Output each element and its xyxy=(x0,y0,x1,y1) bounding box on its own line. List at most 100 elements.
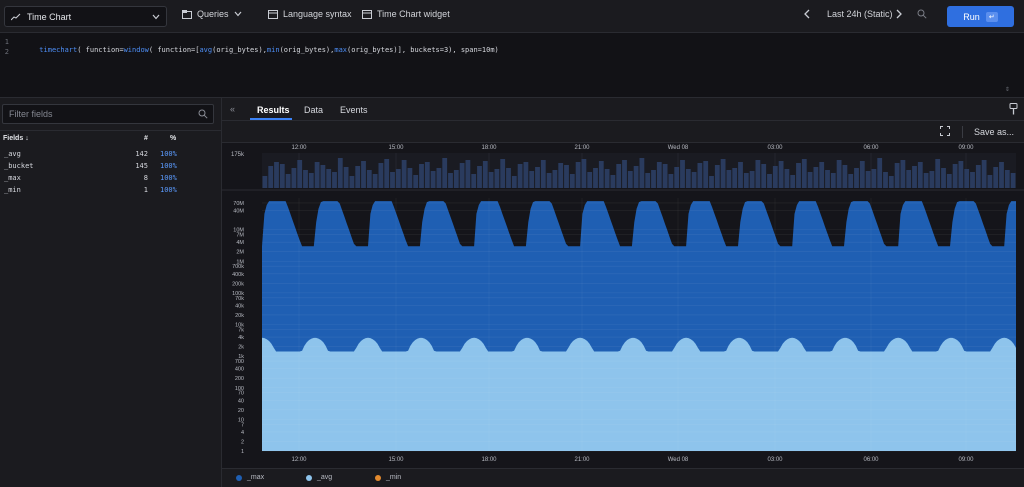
collapse-panel-icon[interactable]: « xyxy=(230,104,235,114)
y-tick-label: 2k xyxy=(238,345,244,351)
overview-bar xyxy=(1010,173,1016,188)
time-chart[interactable]: 12:00 15:00 18:00 21:00 Wed 08 03:00 06:00 09:0… xyxy=(222,143,1024,468)
overview-bar xyxy=(320,165,326,188)
chevron-down-icon xyxy=(152,14,160,19)
overview-bar xyxy=(587,172,593,188)
tab-results[interactable]: Results xyxy=(257,105,290,115)
overview-bar xyxy=(523,162,529,188)
overview-bar xyxy=(332,172,337,188)
overview-bar xyxy=(662,164,668,188)
language-syntax-button[interactable]: Language syntax xyxy=(268,9,352,19)
code-line[interactable]: 2 xyxy=(0,48,14,58)
overview-bar xyxy=(477,166,482,188)
overview-bar xyxy=(413,175,419,188)
percent-column-header[interactable]: % xyxy=(170,135,176,142)
queries-label: Queries xyxy=(197,9,229,19)
overview-bar xyxy=(894,163,900,188)
overview-bar xyxy=(674,167,680,188)
chart-canvas[interactable]: 12:00 15:00 18:00 21:00 Wed 08 03:00 06:00 09:0… xyxy=(222,143,1024,468)
overview-bar xyxy=(656,162,662,188)
overview-bar xyxy=(732,168,738,188)
next-range-button[interactable] xyxy=(896,9,902,19)
y-tick-label: 4 xyxy=(241,430,244,436)
overview-bar xyxy=(459,163,465,188)
overview-bar xyxy=(790,175,796,188)
overview-bar xyxy=(314,162,320,188)
run-button[interactable]: Run ↵ xyxy=(947,6,1014,27)
overview-bar xyxy=(917,162,923,188)
overview-y-tick-label: 175k xyxy=(231,152,245,158)
y-tick-label: 1M xyxy=(236,259,244,265)
overview-bar xyxy=(842,165,848,188)
field-percent: 100% xyxy=(160,186,177,194)
overview-bar xyxy=(738,162,743,188)
fields-column-header[interactable]: Fields ↓ xyxy=(3,135,29,142)
overview-bar xyxy=(401,160,407,188)
query-editor[interactable]: 1 timechart( function=window( function=[… xyxy=(0,33,1024,98)
overview-bar xyxy=(581,159,587,188)
overview-bar xyxy=(343,167,349,188)
overview-x-tick-label: 06:00 xyxy=(863,145,879,151)
tab-events[interactable]: Events xyxy=(340,105,368,115)
field-percent: 100% xyxy=(160,150,177,158)
overview-bar xyxy=(755,160,761,188)
overview-bar xyxy=(326,169,332,188)
zoom-button[interactable] xyxy=(917,9,927,19)
y-tick-label: 40k xyxy=(235,303,244,309)
overview-bar xyxy=(378,163,384,188)
overview-bar xyxy=(848,174,854,188)
overview-x-tick-label: 15:00 xyxy=(388,145,404,151)
overview-bar xyxy=(778,161,784,188)
tab-data[interactable]: Data xyxy=(304,105,323,115)
overview-bar xyxy=(929,171,935,188)
code-line[interactable]: 1 timechart( function=window( function=[… xyxy=(0,38,499,54)
paintbrush-icon[interactable] xyxy=(1009,103,1018,115)
legend-swatch xyxy=(306,474,312,481)
field-row[interactable]: _avg 142 100% xyxy=(0,150,222,162)
overview-bar xyxy=(801,159,807,188)
y-tick-label: 70M xyxy=(233,201,244,207)
overview-bar xyxy=(274,162,279,188)
legend-item-min[interactable]: _min xyxy=(375,474,401,481)
x-tick-label: Wed 08 xyxy=(668,457,689,463)
resize-handle-icon[interactable]: ⇕ xyxy=(1005,84,1010,93)
series-avg-area xyxy=(262,337,1016,451)
sort-down-icon: ↓ xyxy=(25,135,29,142)
widget-type-select[interactable]: Time Chart xyxy=(4,6,167,27)
overview-bar xyxy=(772,166,778,188)
overview-bar xyxy=(830,173,836,188)
filter-fields-input[interactable] xyxy=(3,105,183,123)
previous-range-button[interactable] xyxy=(804,9,810,19)
queries-button[interactable]: Queries xyxy=(182,9,242,19)
code-token: min xyxy=(266,46,280,54)
code-token: (orig_bytes)], buckets=3), span=10m) xyxy=(347,46,499,54)
overview-x-tick-label: Wed 08 xyxy=(668,145,689,151)
count-column-header[interactable]: # xyxy=(144,135,148,142)
time-range-selector[interactable]: Last 24h (Static) xyxy=(827,9,893,19)
x-tick-label: 06:00 xyxy=(863,457,879,463)
top-toolbar: Time Chart Queries Language syntax Time … xyxy=(0,0,1024,33)
overview-bar xyxy=(825,170,830,188)
field-row[interactable]: _bucket 145 100% xyxy=(0,162,222,174)
zoom-icon xyxy=(917,9,927,19)
chevron-right-icon xyxy=(896,9,902,19)
time-chart-widget-button[interactable]: Time Chart widget xyxy=(362,9,450,19)
overview-bar xyxy=(308,173,314,188)
field-count: 1 xyxy=(143,186,148,194)
field-row[interactable]: _min 1 100% xyxy=(0,186,222,198)
field-row[interactable]: _max 8 100% xyxy=(0,174,222,186)
overview-bar xyxy=(703,161,709,188)
overview-bar xyxy=(813,167,819,188)
overview-bar xyxy=(761,164,767,188)
overview-bar xyxy=(900,160,906,188)
overview-bar xyxy=(552,170,558,188)
overview-bar xyxy=(941,168,946,188)
save-as-button[interactable]: Save as... xyxy=(974,127,1014,137)
legend-item-max[interactable]: _max xyxy=(236,474,264,481)
fields-table-header: Fields ↓ # % xyxy=(0,135,222,145)
overview-bar xyxy=(964,169,970,188)
expand-icon[interactable] xyxy=(940,126,950,136)
overview-bar xyxy=(981,160,987,188)
legend-item-avg[interactable]: _avg xyxy=(306,474,332,481)
overview-bar xyxy=(691,172,697,188)
